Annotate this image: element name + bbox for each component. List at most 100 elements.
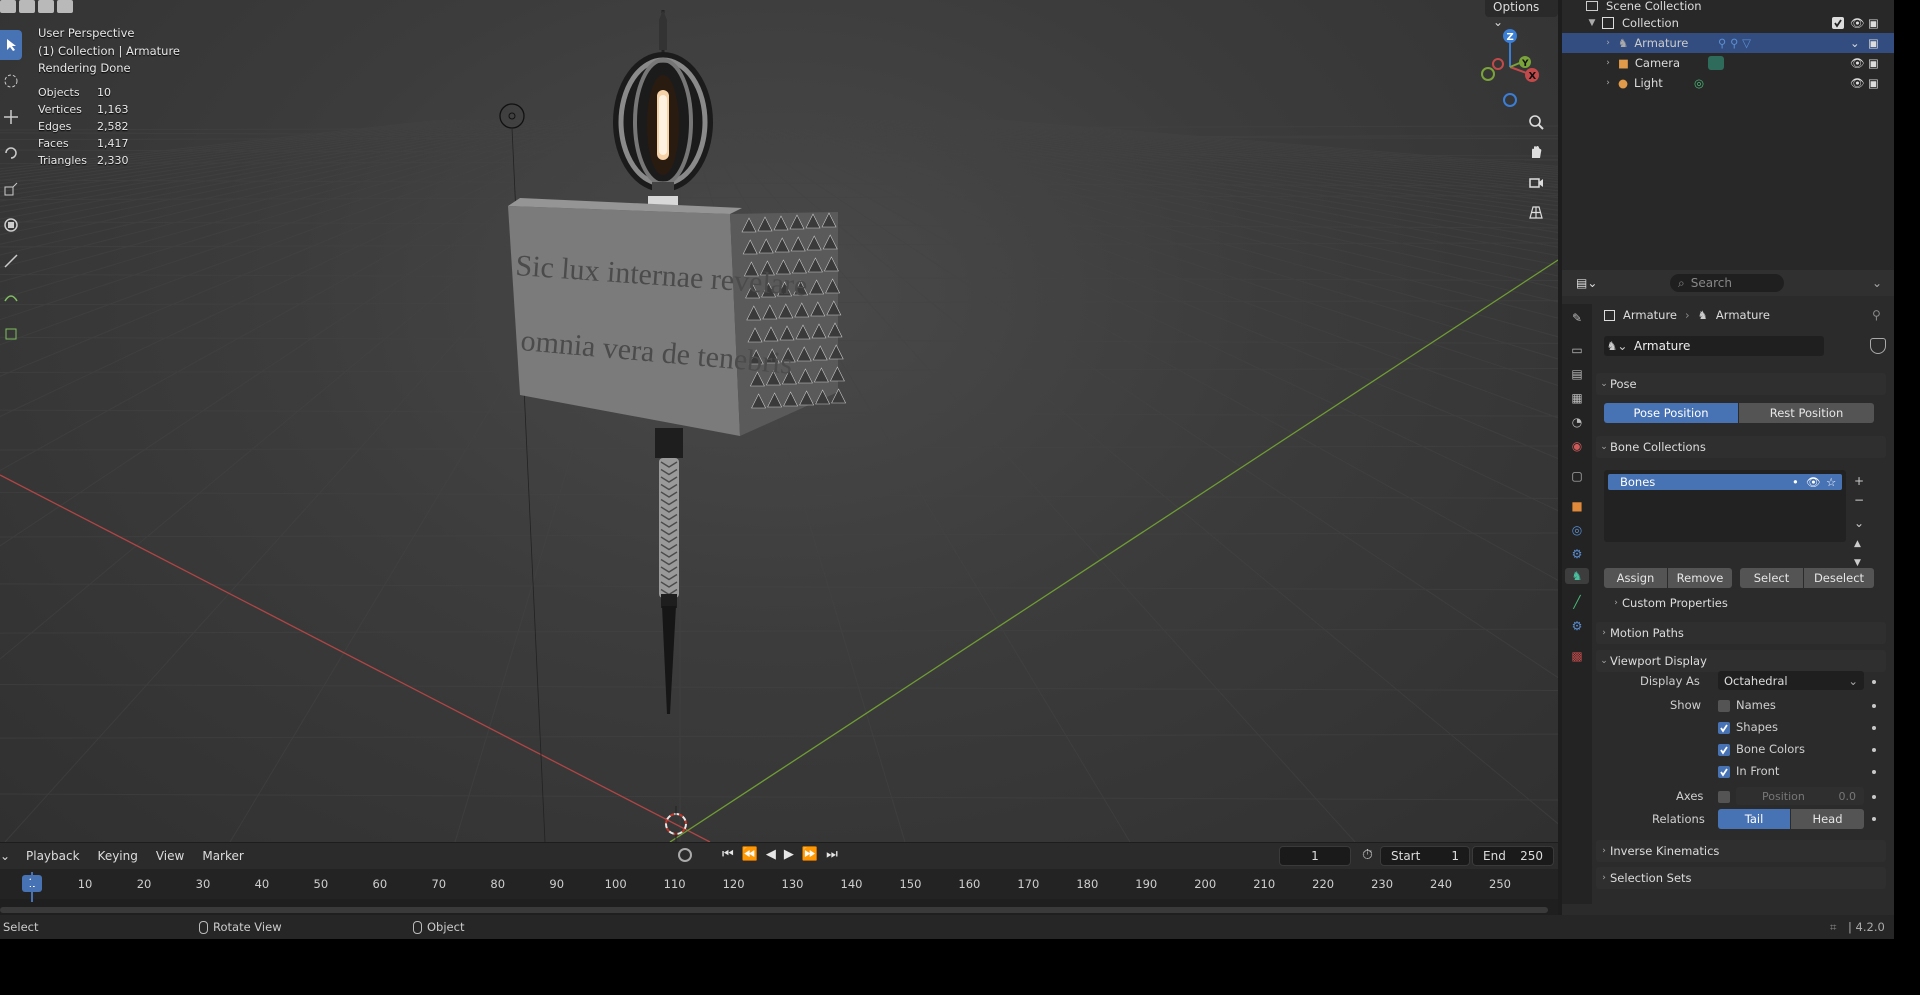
visibility-eye-icon[interactable]: 👁 [1850, 16, 1865, 30]
chevron-right-icon[interactable]: › [1602, 38, 1614, 48]
camera-view-icon[interactable] [1522, 168, 1550, 196]
menu-playback[interactable]: Playback [26, 849, 80, 863]
bone-collections-panel-header[interactable]: ⌄ Bone Collections [1596, 436, 1886, 458]
custom-properties-subpanel[interactable]: › Custom Properties [1610, 596, 1728, 610]
inverse-kinematics-panel-header[interactable]: › Inverse Kinematics [1596, 840, 1886, 862]
motion-paths-panel-header[interactable]: › Motion Paths [1596, 622, 1886, 644]
pose-panel-header[interactable]: ⌄ Pose [1596, 373, 1886, 395]
visibility-eye-icon[interactable]: ⌄ [1850, 36, 1860, 50]
physics-tab-icon[interactable]: ◎ [1569, 522, 1585, 538]
end-frame-field[interactable]: End 250 [1472, 846, 1554, 866]
datablock-name[interactable]: Armature [1634, 339, 1690, 353]
bone-tab-icon[interactable]: ╱ [1569, 594, 1585, 610]
lantern-model[interactable] [613, 10, 713, 206]
remove-button[interactable]: Remove [1668, 568, 1732, 588]
prev-keyframe-icon[interactable]: ⏪ [742, 847, 758, 862]
keyframe-dot-icon[interactable] [1872, 748, 1876, 752]
auto-keying-icon[interactable] [678, 848, 692, 862]
play-reverse-icon[interactable]: ◀ [766, 847, 776, 862]
select-button[interactable]: Select [1740, 568, 1803, 588]
jump-end-icon[interactable]: ⏭ [826, 847, 838, 862]
scale-tool-icon[interactable] [0, 174, 22, 204]
output-tab-icon[interactable]: ▤ [1569, 366, 1585, 382]
texture-tab-icon[interactable]: ▩ [1569, 648, 1585, 664]
armature-data-tab-icon[interactable]: ♞ [1565, 568, 1589, 584]
chevron-right-icon[interactable]: › [1602, 58, 1614, 68]
selection-sets-panel-header[interactable]: › Selection Sets [1596, 867, 1886, 889]
collection-tab-icon[interactable]: ▢ [1569, 468, 1585, 484]
remove-icon[interactable]: − [1854, 491, 1864, 510]
names-checkbox[interactable] [1718, 700, 1730, 712]
cursor-tool-icon[interactable] [0, 66, 22, 96]
next-keyframe-icon[interactable]: ⏩ [802, 847, 818, 862]
keyframe-dot-icon[interactable] [1872, 795, 1876, 799]
viewport-display-panel-header[interactable]: ⌄ Viewport Display [1596, 650, 1886, 672]
world-tab-icon[interactable]: ◉ [1569, 438, 1585, 454]
chevron-down-icon[interactable]: ▼ [1586, 18, 1598, 28]
datablock-selector[interactable]: ♞⌄ Armature [1604, 336, 1824, 356]
menu-view[interactable]: View [156, 849, 184, 863]
rest-position-button[interactable]: Rest Position [1739, 403, 1874, 423]
stone-sign-model[interactable]: Sic lux internae revelare omnia vera de … [508, 198, 847, 436]
star-icon[interactable]: ☆ [1826, 475, 1836, 489]
collection-row[interactable]: ▼ Collection 👁 ▣ [1562, 13, 1894, 33]
keyframe-dot-icon[interactable] [1872, 817, 1876, 821]
pin-icon[interactable]: ⚲ [1872, 308, 1881, 322]
relations-tail-button[interactable]: Tail [1718, 809, 1790, 829]
jump-start-icon[interactable]: ⏮ [722, 847, 734, 862]
keyframe-dot-icon[interactable] [1872, 680, 1876, 684]
axes-checkbox[interactable] [1718, 791, 1730, 803]
bone-colors-checkbox[interactable] [1718, 744, 1730, 756]
measure-tool-icon[interactable] [0, 282, 22, 312]
play-icon[interactable]: ▶ [784, 847, 794, 862]
axes-position-field[interactable]: Position 0.0 [1736, 787, 1864, 805]
fake-user-shield-icon[interactable] [1870, 338, 1886, 354]
collection-include-checkbox[interactable] [1832, 17, 1844, 29]
visibility-eye-icon[interactable]: 👁 [1850, 56, 1865, 70]
render-camera-icon[interactable]: ▣ [1868, 16, 1879, 30]
render-camera-icon[interactable]: ▣ [1868, 76, 1879, 90]
transform-tool-icon[interactable] [0, 210, 22, 240]
zoom-icon[interactable] [1522, 108, 1550, 136]
add-icon[interactable]: + [1854, 472, 1864, 491]
armature-data-icon[interactable]: ♞⌄ [1604, 339, 1630, 353]
header-tools[interactable] [0, 0, 80, 14]
move-up-icon[interactable]: ▲ [1854, 535, 1864, 554]
staff-model[interactable] [655, 428, 683, 714]
tool-tab-icon[interactable]: ✎ [1569, 310, 1585, 326]
view-layer-tab-icon[interactable]: ▦ [1569, 390, 1585, 406]
keyframe-dot-icon[interactable] [1872, 704, 1876, 708]
keyframe-dot-icon[interactable] [1872, 770, 1876, 774]
breadcrumb-object[interactable]: Armature [1623, 308, 1677, 322]
select-tool-icon[interactable] [0, 30, 22, 60]
chevron-down-icon[interactable]: ⌄ [1854, 514, 1864, 533]
move-tool-icon[interactable] [0, 102, 22, 132]
visibility-eye-icon[interactable]: 👁 [1850, 76, 1865, 90]
render-tab-icon[interactable]: ▭ [1569, 342, 1585, 358]
add-cube-tool-icon[interactable] [0, 318, 22, 348]
pose-position-button[interactable]: Pose Position [1604, 403, 1738, 423]
editor-type-icon[interactable]: ⌄ [0, 849, 14, 863]
search-input[interactable]: ⌕ Search [1670, 274, 1784, 292]
navigation-gizmo[interactable]: Z X Y [1470, 22, 1550, 112]
keyframe-dot-icon[interactable] [1872, 726, 1876, 730]
start-frame-field[interactable]: Start 1 [1380, 846, 1470, 866]
bone-constraint-tab-icon[interactable]: ⚙ [1569, 618, 1585, 634]
3d-viewport[interactable]: Sic lux internae revelare omnia vera de … [0, 0, 1558, 842]
timeline-scrollbar[interactable] [0, 907, 1548, 913]
breadcrumb-data[interactable]: Armature [1716, 308, 1770, 322]
visibility-eye-icon[interactable]: 👁 [1806, 475, 1821, 489]
object-tab-icon[interactable]: ■ [1569, 498, 1585, 514]
menu-keying[interactable]: Keying [98, 849, 138, 863]
display-as-dropdown[interactable]: Octahedral ⌄ [1718, 671, 1864, 690]
assign-button[interactable]: Assign [1604, 568, 1667, 588]
deselect-button[interactable]: Deselect [1804, 568, 1874, 588]
constraints-tab-icon[interactable]: ⚙ [1569, 546, 1585, 562]
chevron-right-icon[interactable]: › [1602, 78, 1614, 88]
outliner-item-armature[interactable]: › ♞ Armature ⚲ ⚲ ▽ ⌄ ▣ [1562, 33, 1894, 53]
current-frame-field[interactable]: 1 [1279, 846, 1351, 866]
outliner-item-camera[interactable]: › ■ Camera 👁 ▣ [1562, 53, 1894, 73]
scene-tab-icon[interactable]: ◔ [1569, 414, 1585, 430]
options-dropdown[interactable]: Options ⌄ [1485, 0, 1558, 29]
frame-ruler[interactable]: 10 20 30 40 50 60 70 80 90 100 110 120 130 140 150 160 1… [0, 869, 1558, 899]
